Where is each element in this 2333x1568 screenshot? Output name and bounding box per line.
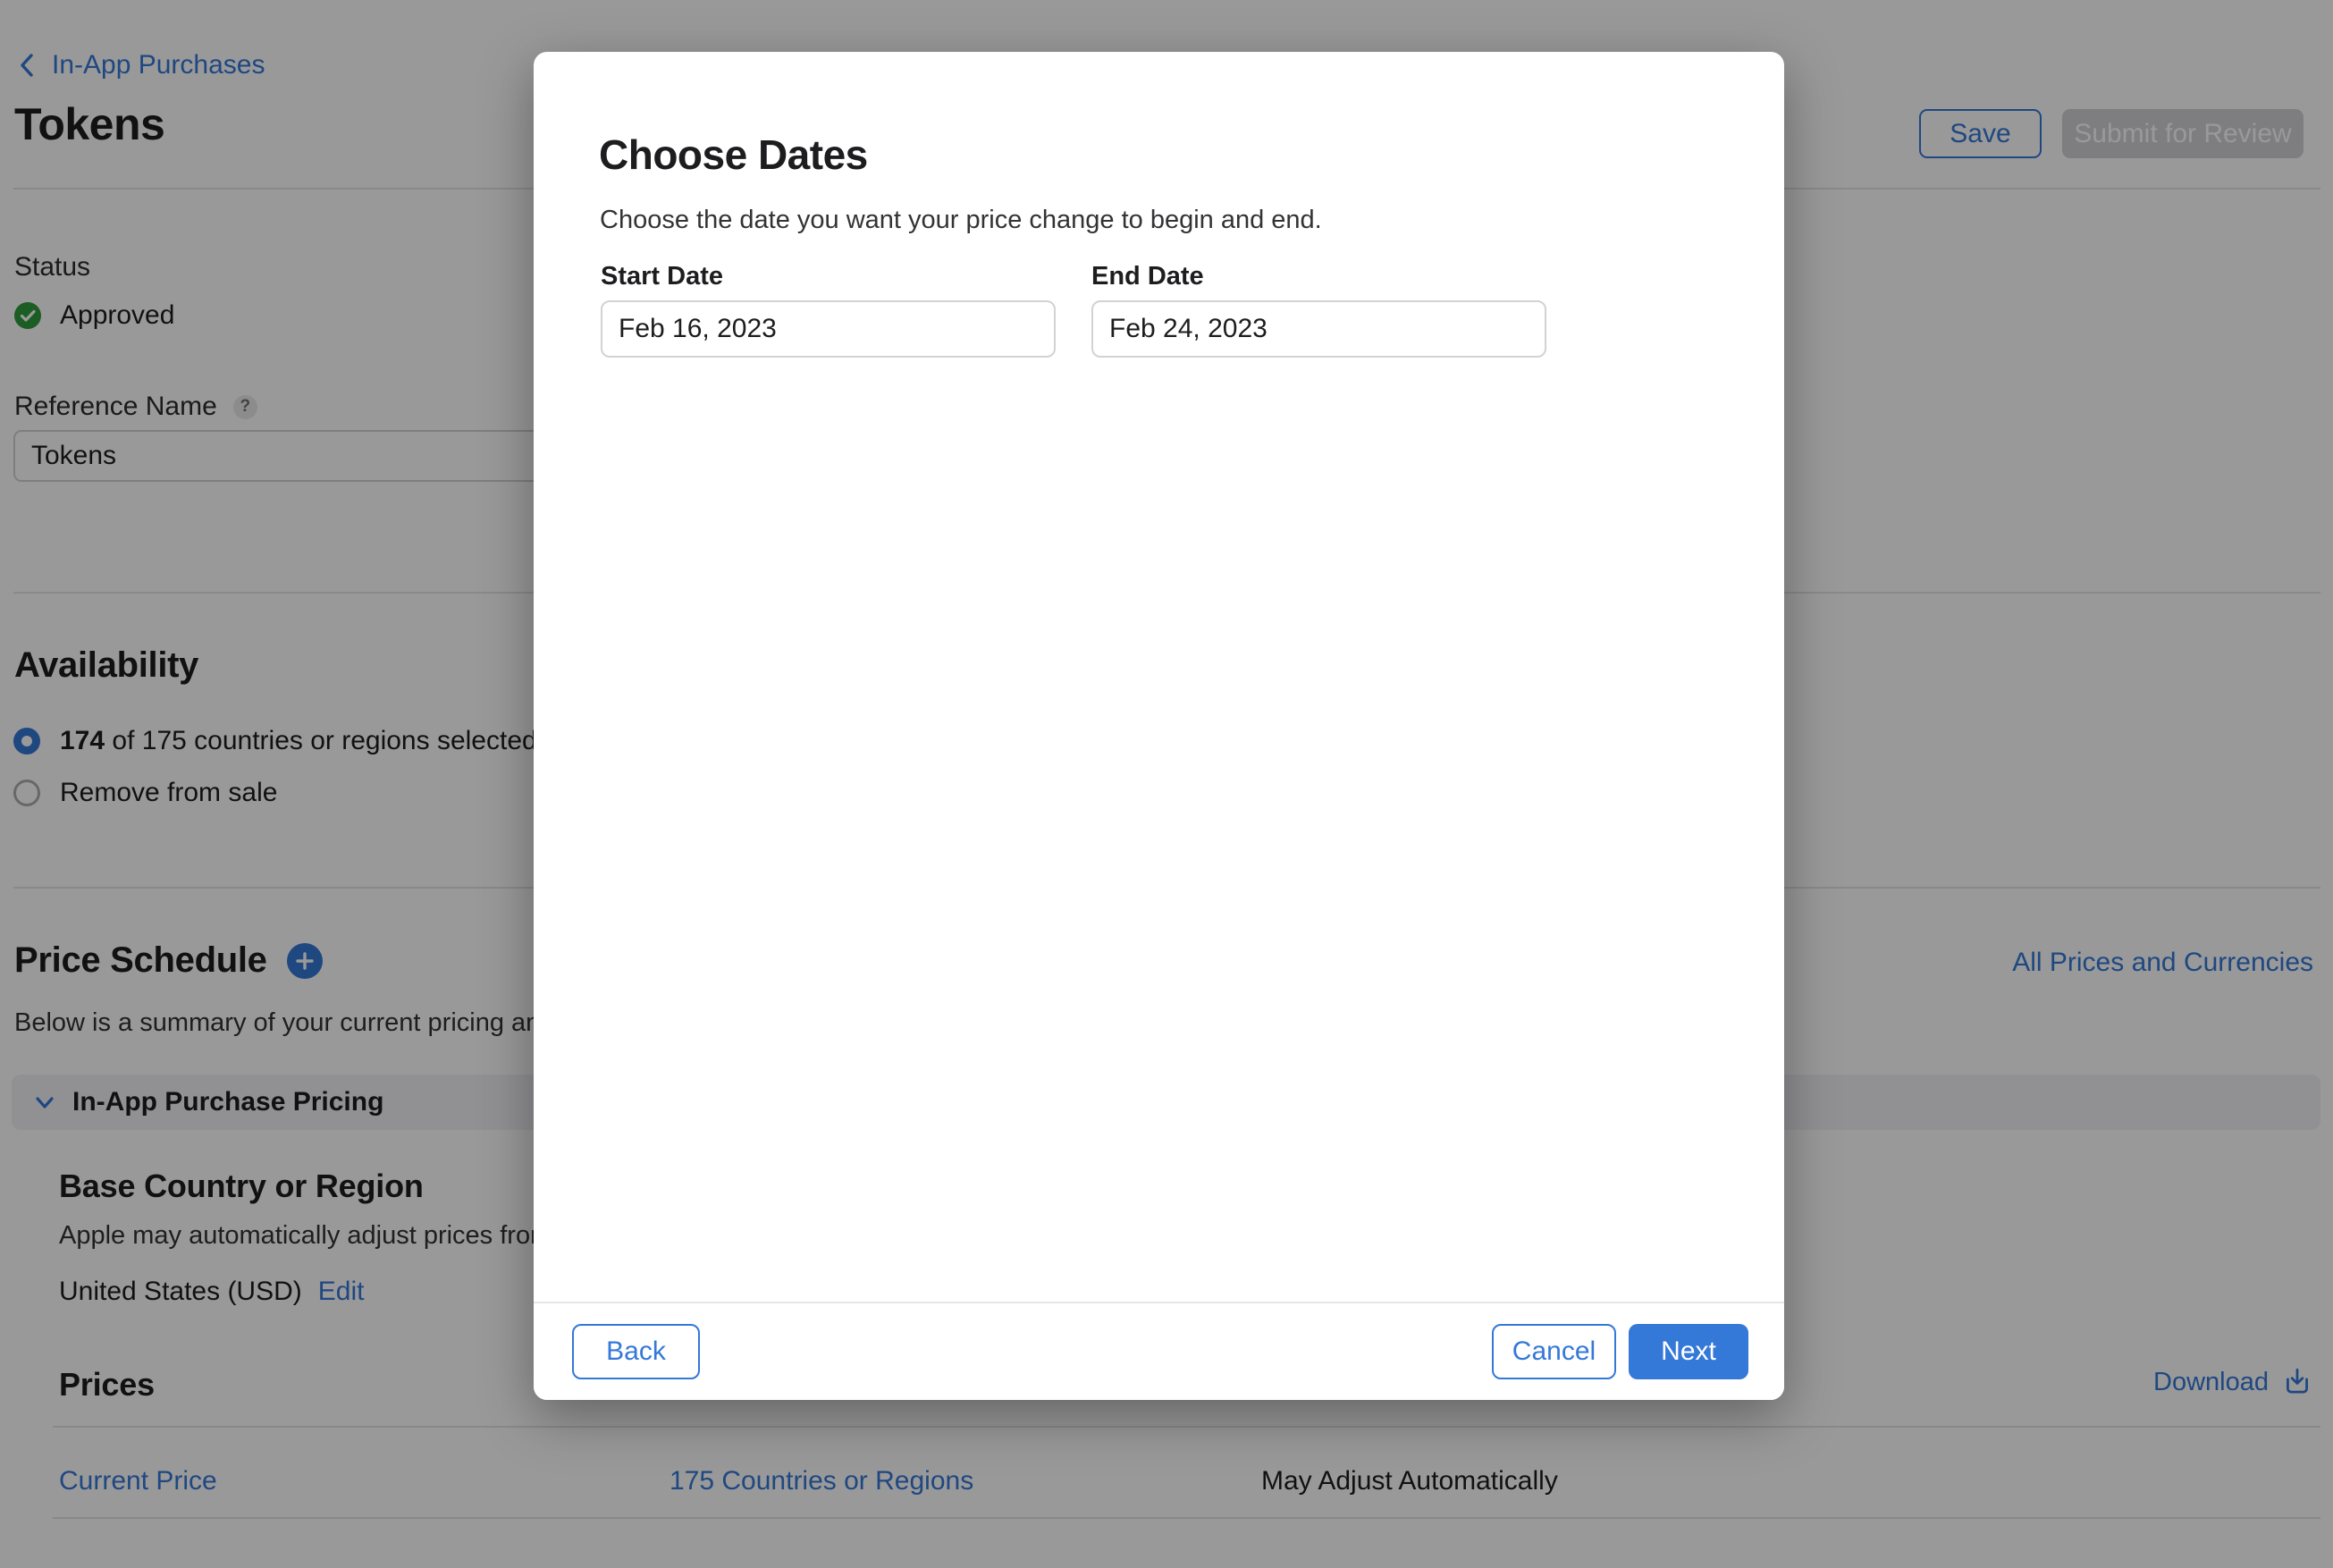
back-button[interactable]: Back — [572, 1324, 700, 1379]
start-date-label: Start Date — [601, 262, 723, 291]
end-date-label: End Date — [1091, 262, 1204, 291]
end-date-input[interactable] — [1091, 300, 1546, 358]
modal-title: Choose Dates — [599, 131, 868, 179]
modal-footer: Back Cancel Next — [534, 1302, 1784, 1400]
start-date-input[interactable] — [601, 300, 1056, 358]
app-store-connect-screen: In-App Purchases Tokens Save Submit for … — [0, 0, 2333, 1568]
next-button[interactable]: Next — [1629, 1324, 1748, 1379]
modal-description: Choose the date you want your price chan… — [600, 206, 1322, 235]
choose-dates-modal: Choose Dates Choose the date you want yo… — [534, 52, 1784, 1400]
cancel-button[interactable]: Cancel — [1492, 1324, 1616, 1379]
